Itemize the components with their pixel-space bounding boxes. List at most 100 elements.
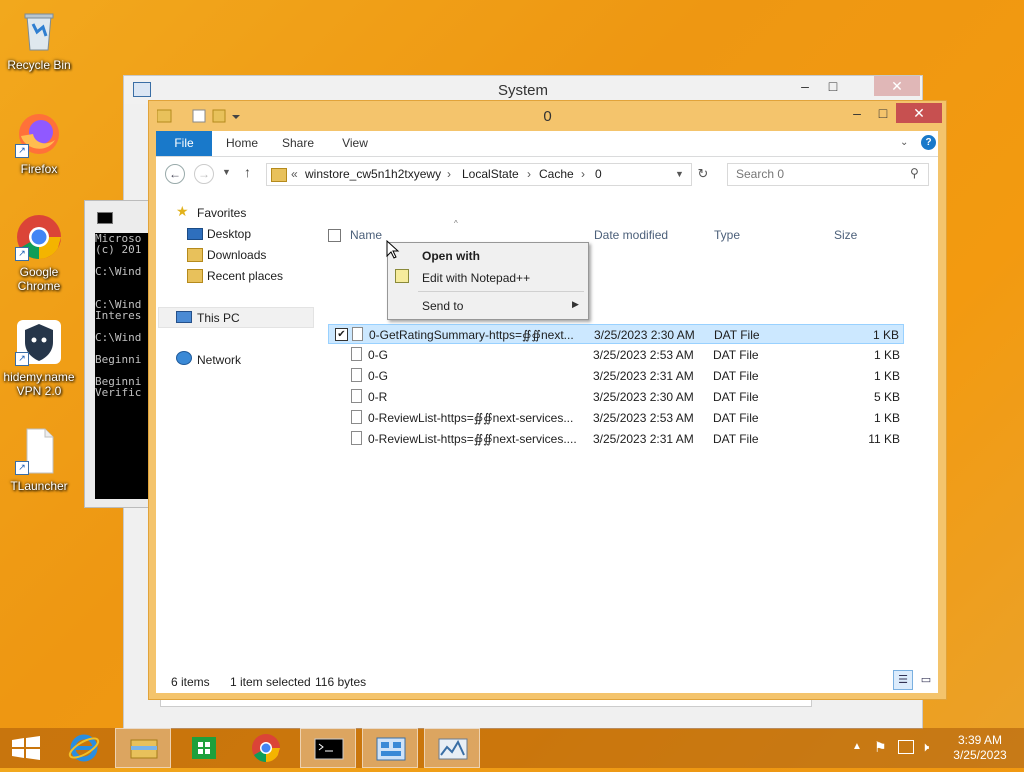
taskbar-store[interactable] [176,728,232,768]
recent-places-icon [187,269,203,283]
file-type: DAT File [713,369,759,383]
file-row-4[interactable]: 0-ReviewList-https=∯∯next-services... 3/… [328,408,904,428]
column-type[interactable]: Type [714,228,740,244]
nav-this-pc[interactable]: This PC [197,311,240,325]
nav-network[interactable]: Network [197,353,241,367]
file-row-3[interactable]: 0-R 3/25/2023 2:30 AM DAT File 5 KB [328,387,904,407]
tab-home[interactable]: Home [218,131,266,156]
system-close-button[interactable]: ✕ [874,76,920,96]
start-button[interactable] [0,728,56,768]
file-date: 3/25/2023 2:31 AM [593,369,694,383]
notepad-plus-plus-icon [395,269,409,283]
tab-share[interactable]: Share [274,131,322,156]
dat-file-icon [351,389,362,403]
taskbar-chrome[interactable] [238,728,294,768]
mouse-cursor-icon [386,240,400,259]
breadcrumb-0[interactable]: 0 [595,167,602,181]
large-icons-view-icon[interactable]: ▭ [916,670,936,690]
forward-button[interactable]: → [194,164,214,184]
up-button[interactable]: ↑ [244,164,251,180]
breadcrumb-winstore[interactable]: winstore_cw5n1h2txyewy [305,167,441,181]
file-type: DAT File [713,432,759,446]
file-row-1[interactable]: 0-G 3/25/2023 2:53 AM DAT File 1 KB [328,345,904,365]
tab-file[interactable]: File [156,131,212,156]
taskbar-control-panel[interactable] [362,728,418,768]
taskbar-cmd[interactable] [300,728,356,768]
taskbar-file-explorer[interactable] [115,728,171,768]
row-checkbox-checked[interactable]: ✔ [335,328,348,341]
nav-desktop[interactable]: Desktop [207,227,251,241]
search-box[interactable]: Search 0 ⚲ [727,163,929,186]
network-tray-icon[interactable] [898,740,914,754]
help-icon[interactable]: ? [921,135,936,150]
menu-separator [418,291,584,292]
chrome-icon: ↗ [15,213,63,261]
desktop-icon-chrome[interactable]: ↗ Google Chrome [1,213,77,293]
submenu-arrow-icon: ▶ [572,299,579,309]
desktop-icon-tlauncher[interactable]: ↗ TLauncher [1,427,77,493]
desktop-icon-recycle-bin[interactable]: Recycle Bin [1,6,77,72]
address-dropdown-icon[interactable]: ▼ [675,169,684,179]
breadcrumb-cache[interactable]: Cache [539,167,574,181]
maximize-button[interactable]: □ [870,103,896,123]
shortcut-arrow-icon: ↗ [15,247,29,261]
clock-date: 3/25/2023 [953,748,1007,762]
close-button[interactable]: ✕ [896,103,942,123]
breadcrumb-separator-icon: › [581,167,585,181]
windows-logo-icon [12,736,40,760]
file-name: 0-G [368,369,389,383]
refresh-icon[interactable]: ↻ [692,163,714,186]
file-name: 0-GetRatingSummary-https=∯∯next... [369,328,574,342]
desktop-icon-vpn[interactable]: ↗ hidemy.name VPN 2.0 [1,318,77,398]
address-overflow[interactable]: « [291,167,298,181]
nav-recent-places[interactable]: Recent places [207,269,283,283]
clock-time: 3:39 AM [957,733,1003,747]
menu-send-to[interactable]: Send to [422,299,463,313]
file-type: DAT File [713,411,759,425]
file-type: DAT File [714,328,760,342]
file-date: 3/25/2023 2:53 AM [593,411,694,425]
select-all-checkbox[interactable] [328,229,341,242]
recent-locations-icon[interactable]: ▼ [222,167,231,177]
action-center-flag-icon[interactable]: ⚑ [874,739,887,756]
explorer-window[interactable]: 0 – □ ✕ File Home Share View ⌄ ? ← → ▼ ↑… [148,100,947,700]
nav-downloads[interactable]: Downloads [207,248,266,262]
dat-file-icon [352,327,363,341]
tab-view[interactable]: View [332,131,378,156]
minimize-button[interactable]: – [844,103,870,123]
status-selected: 1 item selected [230,675,311,689]
menu-open-with[interactable]: Open with [422,249,480,263]
show-hidden-icons-icon[interactable]: ▲ [852,741,862,752]
nav-favorites[interactable]: Favorites [197,206,246,220]
details-view-icon[interactable]: ☰ [893,670,913,690]
explorer-window-title: 0 [543,108,552,125]
file-type: DAT File [713,390,759,404]
column-date-modified[interactable]: Date modified [594,228,668,244]
back-button[interactable]: ← [165,164,185,184]
column-size[interactable]: Size [834,228,857,244]
search-placeholder: Search 0 [736,167,785,181]
menu-edit-with-notepad[interactable]: Edit with Notepad++ [422,271,530,285]
breadcrumb-localstate[interactable]: LocalState [462,167,519,181]
taskbar-internet-explorer[interactable] [56,728,112,768]
clock[interactable]: 3:39 AM 3/25/2023 [946,733,1014,763]
file-name: 0-G [368,348,389,362]
desktop-icon-firefox[interactable]: ↗ Firefox [1,110,77,176]
file-name: 0-R [368,390,388,404]
file-size: 11 KB [868,432,900,446]
address-bar[interactable]: « winstore_cw5n1h2txyewy › LocalState › … [266,163,692,186]
file-row-0[interactable]: ✔ 0-GetRatingSummary-https=∯∯next... 3/2… [328,324,904,344]
downloads-folder-icon [187,248,203,262]
column-name[interactable]: Name [350,228,382,244]
file-row-2[interactable]: 0-G 3/25/2023 2:31 AM DAT File 1 KB [328,366,904,386]
desktop-icon-label: Google Chrome [17,265,61,293]
desktop-icon-label: TLauncher [10,479,68,493]
file-row-5[interactable]: 0-ReviewList-https=∯∯next-services.... 3… [328,429,904,449]
chevron-down-icon[interactable]: ⌄ [900,137,908,148]
volume-muted-icon[interactable]: 🕨 [921,739,929,755]
system-maximize-button[interactable]: □ [820,76,846,96]
taskbar-system[interactable] [424,728,480,768]
store-icon [192,737,216,759]
system-minimize-button[interactable]: – [792,76,818,96]
file-date: 3/25/2023 2:30 AM [593,390,694,404]
